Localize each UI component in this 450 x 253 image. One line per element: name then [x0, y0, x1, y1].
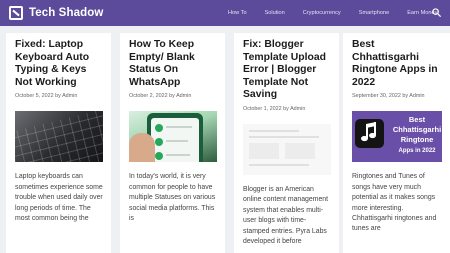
post-date: October 5, 2022 [15, 93, 54, 100]
blog-line [249, 129, 299, 132]
post-author[interactable]: Admin [409, 93, 424, 99]
nav-smartphone[interactable]: Smartphone [359, 10, 389, 16]
status-dot [155, 152, 163, 161]
post-by: by [402, 93, 409, 100]
post-meta: October 2, 2022 by Admin [129, 93, 217, 99]
status-line [166, 154, 190, 157]
post-excerpt: Laptop keyboards can sometimes experienc… [15, 173, 103, 222]
post-thumbnail[interactable] [15, 111, 103, 163]
blog-block [285, 142, 315, 159]
post-excerpt: Blogger is an American online content ma… [243, 185, 329, 245]
post-card[interactable]: How To Keep Empty/ Blank Status On Whats… [120, 33, 225, 253]
logo-icon [9, 6, 23, 20]
nav-solution[interactable]: Solution [265, 10, 285, 16]
thumb-text: Apps in 2022 [398, 148, 436, 155]
post-by: by [169, 93, 175, 100]
site-logo[interactable]: Tech Shadow [9, 6, 103, 20]
post-card[interactable]: Fixed: Laptop Keyboard Auto Typing & Key… [6, 33, 111, 253]
search-icon[interactable] [432, 8, 441, 17]
post-meta: September 30, 2022 by Admin [352, 93, 442, 99]
post-author[interactable]: Admin [62, 93, 77, 99]
post-thumbnail[interactable] [129, 111, 217, 163]
post-thumbnail[interactable]: Best Chhattisgarhi Ringtone Apps in 2022 [352, 111, 442, 163]
main-nav: How To Solution Cryptocurrency Smartphon… [228, 0, 450, 26]
post-date: October 1, 2022 [243, 105, 282, 112]
site-title: Tech Shadow [29, 7, 104, 19]
status-line [166, 140, 188, 143]
phone-screen [151, 118, 199, 163]
status-dot [155, 124, 163, 133]
blog-block [249, 142, 279, 159]
thumb-text: Best [408, 115, 426, 125]
post-meta: October 1, 2022 by Admin [243, 106, 331, 112]
post-by: by [283, 105, 289, 112]
post-title[interactable]: Fixed: Laptop Keyboard Auto Typing & Key… [15, 39, 103, 89]
post-date: October 2, 2022 [129, 93, 168, 100]
post-meta: October 5, 2022 by Admin [15, 93, 103, 99]
post-by: by [55, 93, 61, 100]
status-dot [155, 138, 163, 147]
blog-line [249, 135, 319, 138]
site-header: Tech Shadow How To Solution Cryptocurren… [0, 0, 450, 26]
nav-cryptocurrency[interactable]: Cryptocurrency [303, 10, 341, 16]
blog-line [249, 163, 309, 166]
post-author[interactable]: Admin [290, 106, 305, 112]
post-date: September 30, 2022 [352, 93, 401, 100]
post-card[interactable]: Best Chhattisgarhi Ringtone Apps in 2022… [343, 33, 450, 253]
post-card[interactable]: Fix: Blogger Template Upload Error | Blo… [234, 33, 339, 253]
music-note-icon [361, 122, 376, 142]
thumb-text: Chhattisgarhi [392, 125, 442, 135]
post-title[interactable]: Fix: Blogger Template Upload Error | Blo… [243, 39, 331, 102]
post-excerpt: In today's world, it is very common for … [129, 173, 216, 222]
post-title[interactable]: Best Chhattisgarhi Ringtone Apps in 2022 [352, 39, 442, 89]
post-title[interactable]: How To Keep Empty/ Blank Status On Whats… [129, 39, 217, 89]
hand-image [129, 133, 155, 163]
thumb-text: Ringtone [400, 135, 434, 145]
nav-how-to[interactable]: How To [228, 10, 247, 16]
keyboard-image [15, 111, 103, 163]
status-line [166, 126, 192, 129]
post-author[interactable]: Admin [176, 93, 191, 99]
post-excerpt: Ringtones and Tunes of songs have very m… [352, 173, 437, 233]
post-thumbnail[interactable] [243, 123, 331, 175]
